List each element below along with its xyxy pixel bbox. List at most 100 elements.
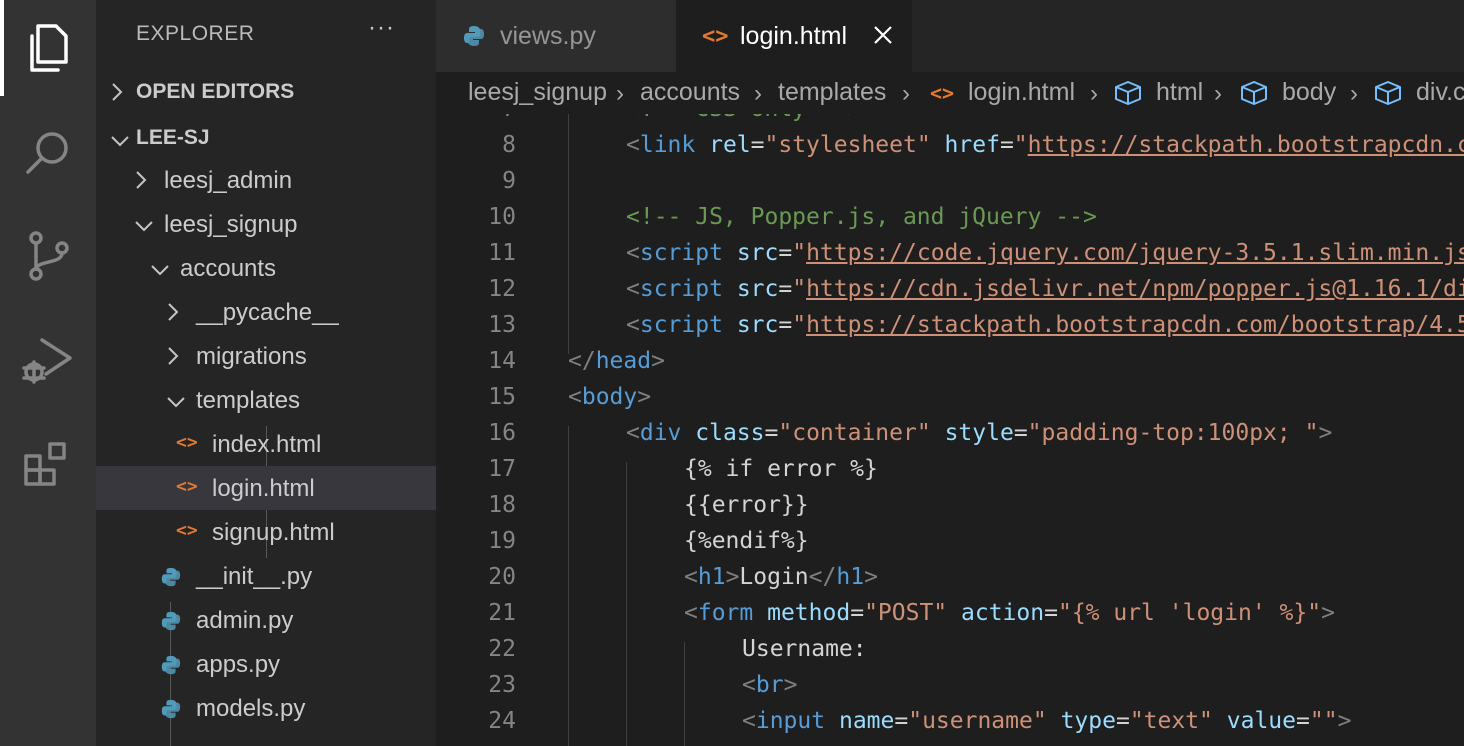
breadcrumb-item[interactable]: div.c	[1416, 78, 1464, 107]
explorer-icon[interactable]	[0, 0, 96, 96]
code-line[interactable]: 13 <script src="https://stackpath.bootstr…	[436, 308, 1464, 344]
code-token: <	[626, 312, 640, 338]
code-token: =	[764, 420, 779, 446]
tree-item-migrations[interactable]: migrations	[96, 334, 436, 378]
code-token: >	[1321, 600, 1335, 626]
open-editors-section[interactable]: OPEN EDITORS	[96, 70, 436, 114]
code-line[interactable]: 14 </head>	[436, 344, 1464, 380]
line-number: 11	[488, 240, 516, 266]
line-number: 12	[488, 276, 516, 302]
tree-item-apps-py[interactable]: apps.py	[96, 642, 436, 686]
code-token: type	[1060, 708, 1116, 734]
search-icon[interactable]	[0, 104, 96, 200]
code-token: "padding-top:100px; "	[1027, 420, 1319, 446]
code-token: class	[695, 420, 765, 446]
tree-item-admin-py[interactable]: admin.py	[96, 598, 436, 642]
breadcrumb-item[interactable]: accounts	[640, 78, 740, 107]
code-token: "stylesheet"	[764, 132, 931, 158]
run-debug-icon[interactable]	[0, 312, 96, 408]
code-line[interactable]: 22 Username:	[436, 632, 1464, 668]
line-number: 23	[488, 672, 516, 698]
extensions-icon[interactable]	[0, 416, 96, 512]
tab-bar: views.py <> login.html	[436, 0, 1464, 72]
html-icon: <>	[702, 24, 729, 49]
code-token: https://code.jquery.com/jquery-3.5.1.sli…	[806, 240, 1464, 266]
code-editor[interactable]: 7<!-- CSS only -->8<link rel="stylesheet…	[436, 114, 1464, 746]
tab-views-py[interactable]: views.py	[436, 0, 676, 72]
code-line[interactable]: 10 <!-- JS, Popper.js, and jQuery -->	[436, 200, 1464, 236]
tree-item-templates[interactable]: templates	[96, 378, 436, 422]
code-line[interactable]: 12 <script src="https://cdn.jsdelivr.net/…	[436, 272, 1464, 308]
line-number: 13	[488, 312, 516, 338]
tree-item-leesj-signup[interactable]: leesj_signup	[96, 202, 436, 246]
breadcrumb-item[interactable]: templates	[778, 78, 886, 107]
python-icon	[462, 24, 486, 53]
chevron-right-icon: ›	[616, 80, 624, 107]
workspace-section[interactable]: LEE-SJ	[96, 116, 436, 160]
code-token: "username"	[908, 708, 1047, 734]
code-token: src	[736, 276, 779, 302]
code-token: script	[639, 276, 723, 302]
code-line[interactable]: 16 <div class="container" style="padding-…	[436, 416, 1464, 452]
tree-item-accounts[interactable]: accounts	[96, 246, 436, 290]
code-line[interactable]: 11 <script src="https://code.jquery.com/j…	[436, 236, 1464, 272]
code-text: <h1>Login</h1>	[684, 564, 878, 590]
breadcrumb-item[interactable]: body	[1282, 78, 1336, 107]
code-token: </	[568, 348, 596, 374]
tree-item-label: __pycache__	[196, 299, 339, 326]
close-icon[interactable]	[872, 24, 894, 51]
tab-label: login.html	[740, 22, 847, 50]
line-number: 16	[488, 420, 516, 446]
code-text: <!-- JS, Popper.js, and jQuery -->	[626, 204, 1097, 230]
code-line[interactable]: 18 {{error}}	[436, 488, 1464, 524]
tree-item-signup-html[interactable]: <> signup.html	[96, 510, 436, 554]
code-line[interactable]: 20 <h1>Login</h1>	[436, 560, 1464, 596]
source-control-icon[interactable]	[0, 208, 96, 304]
breadcrumb-item[interactable]: login.html	[968, 78, 1075, 107]
line-number: 7	[502, 114, 516, 122]
code-line[interactable]: 17 {% if error %}	[436, 452, 1464, 488]
tree-item-label: __init__.py	[196, 563, 313, 590]
code-line[interactable]: 21 <form method="POST" action="{% url 'lo…	[436, 596, 1464, 632]
code-token: link	[639, 132, 696, 158]
tree-item-pycache[interactable]: __pycache__	[96, 290, 436, 334]
code-line[interactable]: 24 <input name="username" type="text" val…	[436, 704, 1464, 740]
code-token: >	[651, 348, 665, 374]
more-actions-button[interactable]: ···	[368, 14, 395, 42]
code-line[interactable]: 19 {%endif%}	[436, 524, 1464, 560]
tree-item-index-html[interactable]: <> index.html	[96, 422, 436, 466]
code-token: body	[581, 384, 638, 410]
code-token: Username:	[742, 636, 867, 662]
code-token: >	[1318, 420, 1333, 446]
code-line[interactable]: 15 <body>	[436, 380, 1464, 416]
code-token: =	[850, 600, 865, 626]
tree-item-label: leesj_signup	[164, 211, 298, 238]
code-line[interactable]: 23 <br>	[436, 668, 1464, 704]
code-line[interactable]: 9	[436, 164, 1464, 200]
code-line[interactable]: 7 <!-- CSS only -->	[436, 114, 1464, 128]
code-token: "text"	[1129, 708, 1213, 734]
tree-item-leesj-admin[interactable]: leesj_admin	[96, 158, 436, 202]
code-token: "	[792, 240, 807, 266]
chevron-right-icon: ›	[1090, 80, 1098, 107]
tree-item-models-py[interactable]: models.py	[96, 686, 436, 730]
code-token: ""	[1309, 708, 1338, 734]
code-token: "container"	[778, 420, 931, 446]
code-token: action	[961, 600, 1045, 626]
code-token: h1	[836, 564, 865, 590]
chevron-down-icon	[110, 130, 130, 154]
code-token: script	[639, 240, 723, 266]
tree-item-login-html[interactable]: <> login.html	[96, 466, 436, 510]
code-token: https://cdn.jsdelivr.net/npm/popper.js@1…	[806, 276, 1464, 302]
tree-item-init-py[interactable]: __init__.py	[96, 554, 436, 598]
tree-item-label: apps.py	[196, 651, 281, 678]
tab-login-html[interactable]: <> login.html	[676, 0, 912, 72]
breadcrumb-item[interactable]: html	[1156, 78, 1203, 107]
code-line[interactable]: 8 <link rel="stylesheet" href="https://st…	[436, 128, 1464, 164]
breadcrumb-item[interactable]: leesj_signup	[468, 78, 607, 107]
code-token: =	[750, 132, 765, 158]
